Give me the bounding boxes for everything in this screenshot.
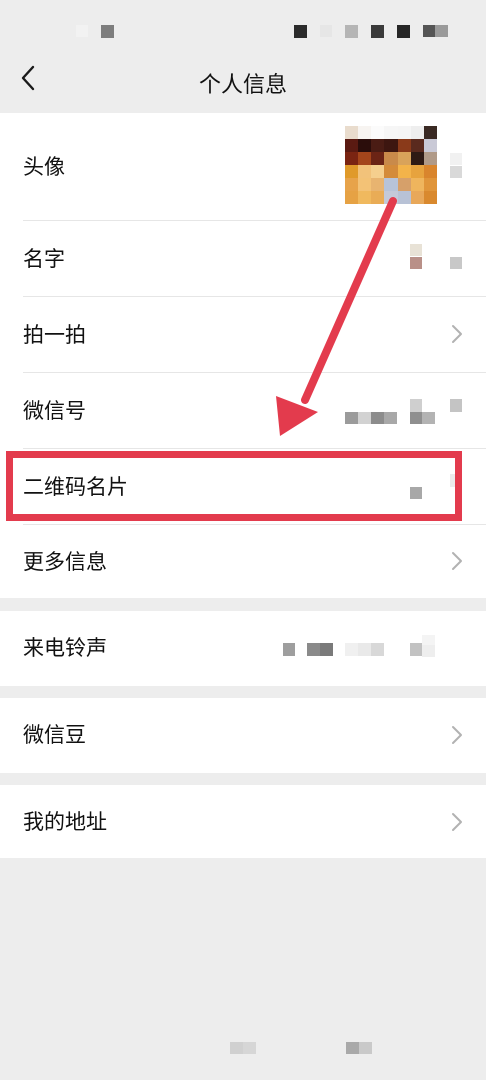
beans-group: 微信豆 xyxy=(0,698,486,773)
status-pixel xyxy=(435,25,448,37)
blur-pixel xyxy=(320,643,333,656)
blur-pixel xyxy=(450,153,462,165)
blur-pixel xyxy=(358,643,371,656)
row-ringtone[interactable]: 来电铃声 xyxy=(0,611,486,686)
chevron-right-icon xyxy=(450,551,464,571)
blur-pixel xyxy=(358,412,371,424)
row-avatar[interactable]: 头像 xyxy=(0,113,486,220)
avatar xyxy=(345,126,437,204)
blur-pixel xyxy=(422,645,435,657)
nav-indicator-pixel xyxy=(359,1042,372,1054)
status-pixel xyxy=(320,25,332,37)
status-pixel xyxy=(101,25,114,38)
blur-pixel xyxy=(371,643,384,656)
profile-group: 头像 名字 拍一拍 微信号 二维码名片 更多信息 xyxy=(0,113,486,598)
address-group: 我的地址 xyxy=(0,785,486,858)
row-label: 拍一拍 xyxy=(23,323,86,347)
nav-indicator-pixel xyxy=(243,1042,256,1054)
blur-pixel xyxy=(345,643,358,656)
ringtone-group: 来电铃声 xyxy=(0,611,486,686)
blur-pixel xyxy=(307,643,320,656)
row-qr-code[interactable]: 二维码名片 xyxy=(0,449,486,524)
blur-pixel xyxy=(450,166,462,178)
row-more-info[interactable]: 更多信息 xyxy=(0,525,486,598)
row-label: 更多信息 xyxy=(23,550,107,574)
row-label: 微信豆 xyxy=(23,723,86,747)
blur-pixel xyxy=(384,412,397,424)
blur-pixel xyxy=(371,412,384,424)
row-my-address[interactable]: 我的地址 xyxy=(0,785,486,858)
chevron-right-icon xyxy=(450,324,464,344)
status-pixel xyxy=(345,25,358,38)
blur-pixel xyxy=(410,487,422,499)
row-pat[interactable]: 拍一拍 xyxy=(0,297,486,372)
nav-indicator-pixel xyxy=(346,1042,359,1054)
row-label: 二维码名片 xyxy=(23,475,128,499)
blur-pixel xyxy=(345,412,358,424)
status-pixel xyxy=(294,25,307,38)
blur-pixel xyxy=(422,412,435,424)
chevron-right-icon xyxy=(450,812,464,832)
page-title: 个人信息 xyxy=(198,73,287,98)
status-pixel xyxy=(423,25,435,37)
status-pixel xyxy=(76,25,88,37)
blur-pixel xyxy=(410,244,422,256)
row-name[interactable]: 名字 xyxy=(0,221,486,296)
row-wechat-id[interactable]: 微信号 xyxy=(0,373,486,448)
row-label: 头像 xyxy=(23,155,65,179)
row-wechat-beans[interactable]: 微信豆 xyxy=(0,698,486,773)
row-label: 微信号 xyxy=(23,399,86,423)
blur-pixel xyxy=(410,257,422,269)
blur-pixel xyxy=(283,643,295,656)
status-pixel xyxy=(397,25,410,38)
blur-pixel xyxy=(450,474,462,487)
blur-pixel xyxy=(410,399,422,412)
nav-bar: 个人信息 xyxy=(0,52,486,110)
blur-pixel xyxy=(422,635,435,645)
nav-indicator-pixel xyxy=(230,1042,243,1054)
row-label: 我的地址 xyxy=(23,810,107,834)
chevron-right-icon xyxy=(450,725,464,745)
row-label: 来电铃声 xyxy=(23,636,107,660)
status-pixel xyxy=(371,25,384,38)
blur-pixel xyxy=(410,643,422,656)
blur-pixel xyxy=(450,257,462,269)
status-bar xyxy=(0,0,486,60)
row-label: 名字 xyxy=(23,247,65,271)
blur-pixel xyxy=(450,399,462,412)
blur-pixel xyxy=(410,412,422,424)
